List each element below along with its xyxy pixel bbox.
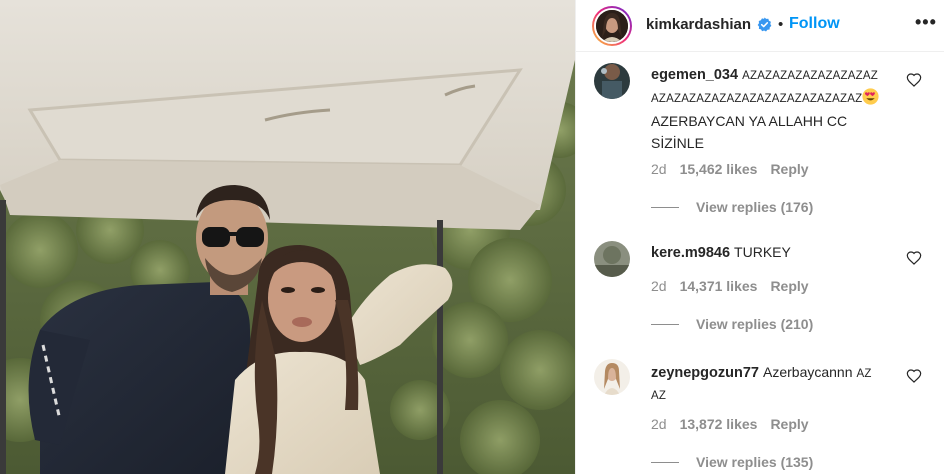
author-avatar[interactable] xyxy=(592,6,632,46)
comment-age: 2d xyxy=(651,278,667,294)
view-replies-button[interactable]: View replies (176) xyxy=(651,199,813,215)
author-username[interactable]: kimkardashian xyxy=(646,16,751,33)
verified-badge-icon xyxy=(757,17,772,32)
post-photo[interactable] xyxy=(0,0,575,474)
comment-text: AZERBAYCAN YA ALLAHH CC xyxy=(651,113,848,129)
comment-avatar[interactable] xyxy=(594,63,630,99)
like-heart-icon[interactable] xyxy=(906,72,922,88)
comment-age: 2d xyxy=(651,416,667,432)
replies-divider xyxy=(651,206,679,208)
reply-button[interactable]: Reply xyxy=(770,161,808,177)
comment-username[interactable]: zeynepgozun77 xyxy=(651,365,759,381)
comment-text: AZ xyxy=(856,368,872,380)
view-replies-button[interactable]: View replies (210) xyxy=(651,316,813,332)
heart-eyes-emoji-icon xyxy=(862,88,879,105)
comment-text: AZAZAZAZAZAZAZAZAZ xyxy=(742,70,878,82)
reply-button[interactable]: Reply xyxy=(770,416,808,432)
comment-likes[interactable]: 13,872 likes xyxy=(680,416,758,432)
header-separator: • xyxy=(778,16,784,33)
comment-text: AZAZAZAZAZAZAZAZAZAZAZAZAZAZ xyxy=(651,93,863,105)
comment-body: kere.m9846 TURKEY xyxy=(651,241,901,264)
comment-avatar[interactable] xyxy=(594,241,630,277)
comment-username[interactable]: egemen_034 xyxy=(651,67,738,83)
comment-list[interactable]: egemen_034 AZAZAZAZAZAZAZAZAZ AZAZAZAZAZ… xyxy=(576,53,944,474)
view-replies-button[interactable]: View replies (135) xyxy=(651,454,813,470)
comment-body: zeynepgozun77 Azerbaycannn AZ AZ xyxy=(651,361,901,407)
reply-button[interactable]: Reply xyxy=(770,278,808,294)
comment-likes[interactable]: 15,462 likes xyxy=(680,161,758,177)
view-replies-label: View replies (210) xyxy=(696,316,814,332)
comment-meta: 2d 15,462 likes Reply xyxy=(651,161,822,177)
replies-divider xyxy=(651,461,679,463)
follow-button[interactable]: Follow xyxy=(789,15,840,33)
comment-likes[interactable]: 14,371 likes xyxy=(680,278,758,294)
comment-text: TURKEY xyxy=(734,244,791,260)
post-header: kimkardashian • Follow ••• xyxy=(576,0,944,52)
comment-meta: 2d 14,371 likes Reply xyxy=(651,278,822,294)
view-replies-label: View replies (135) xyxy=(696,454,814,470)
comment-body: egemen_034 AZAZAZAZAZAZAZAZAZ AZAZAZAZAZ… xyxy=(651,64,901,154)
comment-text: AZ xyxy=(651,390,667,402)
view-replies-label: View replies (176) xyxy=(696,199,814,215)
comment-username[interactable]: kere.m9846 xyxy=(651,245,730,261)
more-options-icon[interactable]: ••• xyxy=(915,13,937,31)
post-photo-image xyxy=(0,0,575,474)
like-heart-icon[interactable] xyxy=(906,368,922,384)
replies-divider xyxy=(651,323,679,325)
comment-text: Azerbaycannn xyxy=(763,364,853,380)
comments-panel: kimkardashian • Follow ••• egemen_034 AZ… xyxy=(575,0,944,474)
comment-meta: 2d 13,872 likes Reply xyxy=(651,416,822,432)
comment-text: SİZİNLE xyxy=(651,135,704,151)
like-heart-icon[interactable] xyxy=(906,250,922,266)
comment-avatar[interactable] xyxy=(594,359,630,395)
comment-age: 2d xyxy=(651,161,667,177)
